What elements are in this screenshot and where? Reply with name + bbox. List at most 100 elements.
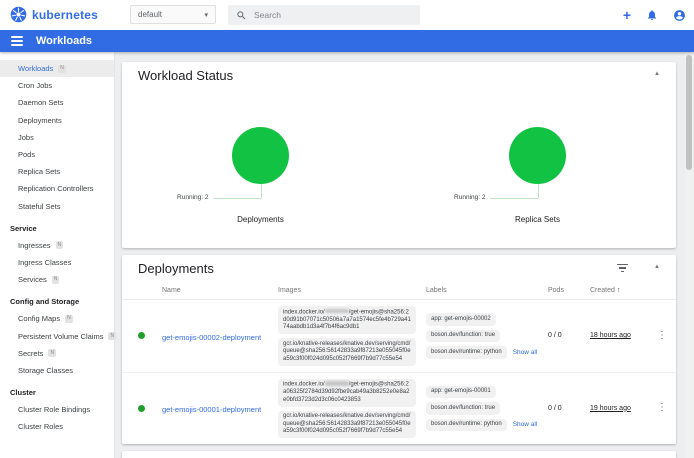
row-menu-icon[interactable]: ⋮ bbox=[656, 331, 668, 341]
column-header-labels[interactable]: Labels bbox=[426, 287, 548, 294]
status-cell bbox=[138, 405, 162, 412]
next-card-partial bbox=[122, 451, 676, 458]
label-chip: app: get-emojis-00001 bbox=[426, 386, 496, 399]
label-chip: app: get-emojis-00002 bbox=[426, 313, 496, 326]
sidebar-item-label: Pods bbox=[18, 150, 35, 159]
top-actions: + bbox=[623, 0, 686, 30]
sidebar-item-workloads[interactable]: Workloads N bbox=[0, 60, 114, 77]
card-title: Workload Status bbox=[138, 68, 233, 83]
row-menu-icon[interactable]: ⋮ bbox=[656, 403, 668, 413]
sidebar-item-cron-jobs[interactable]: Cron Jobs bbox=[0, 77, 114, 94]
labels-cell: app: get-emojis-00002 boson.dev/function… bbox=[426, 313, 548, 359]
brand[interactable]: kubernetes bbox=[10, 6, 98, 23]
user-icon[interactable] bbox=[673, 9, 686, 22]
sidebar-item-ingresses[interactable]: Ingresses N bbox=[0, 237, 114, 254]
pie-title: Deployments bbox=[122, 215, 399, 224]
sidebar-item-stateful-sets[interactable]: Stateful Sets bbox=[0, 198, 114, 215]
sidebar-item-label: Daemon Sets bbox=[18, 98, 63, 107]
pie-title: Replica Sets bbox=[399, 215, 676, 224]
sidebar-item-cluster-roles[interactable]: Cluster Roles bbox=[0, 418, 114, 435]
notifications-icon[interactable] bbox=[646, 9, 658, 21]
sidebar-item-storage-classes[interactable]: Storage Classes bbox=[0, 362, 114, 379]
deployments-card: Deployments ▲ Name Images Labels Pods Cr… bbox=[122, 255, 676, 444]
sidebar-item-ingress-classes[interactable]: Ingress Classes bbox=[0, 254, 114, 271]
image-chip: gcr.io/knative-releases/knative.dev/serv… bbox=[278, 411, 416, 439]
show-all-link[interactable]: Show all bbox=[513, 349, 538, 356]
menu-icon[interactable] bbox=[11, 36, 23, 46]
deployment-name-link[interactable]: get-emojis-00001-deployment bbox=[162, 405, 261, 414]
column-header-name[interactable]: Name bbox=[162, 287, 278, 294]
workload-status-charts: Running: 2 Deployments Running: 2 Replic… bbox=[122, 89, 676, 241]
label-chip: boson.dev/function: true bbox=[426, 402, 500, 415]
filter-icon[interactable] bbox=[617, 264, 628, 272]
kubernetes-dashboard: kubernetes default ▾ + bbox=[0, 0, 694, 458]
images-cell: index.docker.io//get-emojis@sha256:2a063… bbox=[278, 373, 426, 445]
app-bar: Workloads bbox=[0, 30, 694, 52]
sidebar-item-label: Cluster Role Bindings bbox=[18, 405, 90, 414]
column-header-created-label: Created bbox=[590, 287, 615, 294]
search-input[interactable] bbox=[254, 10, 394, 20]
sidebar-item-label: Ingress Classes bbox=[18, 258, 71, 267]
column-header-created[interactable]: Created↑ bbox=[590, 287, 656, 294]
image-text: index.docker.io/ bbox=[283, 309, 325, 315]
deployment-name-link[interactable]: get-emojis-00002-deployment bbox=[162, 333, 261, 342]
image-text: index.docker.io/ bbox=[283, 382, 325, 388]
scrollbar-thumb[interactable] bbox=[686, 55, 692, 170]
sidebar-item-label: Replica Sets bbox=[18, 167, 60, 176]
sidebar-item-replica-sets[interactable]: Replica Sets bbox=[0, 163, 114, 180]
sidebar-section-config-storage: Config and Storage bbox=[0, 293, 114, 310]
sidebar-item-pods[interactable]: Pods bbox=[0, 146, 114, 163]
deployments-pie-chart: Running: 2 Deployments bbox=[122, 89, 399, 241]
namespaced-badge: N bbox=[48, 349, 56, 357]
sidebar-item-replication-controllers[interactable]: Replication Controllers bbox=[0, 180, 114, 197]
card-title: Deployments bbox=[138, 261, 214, 276]
column-header-pods[interactable]: Pods bbox=[548, 287, 590, 294]
namespaced-badge: N bbox=[58, 65, 66, 73]
sidebar-item-label: Persistent Volume Claims bbox=[18, 332, 103, 341]
sidebar-item-label: Jobs bbox=[18, 133, 34, 142]
column-header-images[interactable]: Images bbox=[278, 287, 426, 294]
sidebar-item-label: Storage Classes bbox=[18, 366, 73, 375]
sidebar-item-label: Config Maps bbox=[18, 314, 60, 323]
callout-line bbox=[213, 198, 261, 199]
sidebar-item-jobs[interactable]: Jobs bbox=[0, 129, 114, 146]
sidebar-item-daemon-sets[interactable]: Daemon Sets bbox=[0, 94, 114, 111]
sidebar-item-deployments[interactable]: Deployments bbox=[0, 112, 114, 129]
pie-slice-running bbox=[509, 127, 566, 184]
table-row: get-emojis-00002-deployment index.docker… bbox=[122, 300, 676, 373]
sidebar-item-config-maps[interactable]: Config Maps N bbox=[0, 310, 114, 327]
vertical-scrollbar[interactable] bbox=[685, 52, 693, 458]
label-chip: boson.dev/runtime: python bbox=[426, 346, 507, 359]
callout-line bbox=[490, 198, 538, 199]
collapse-icon[interactable]: ▲ bbox=[654, 264, 660, 270]
label-chip: boson.dev/runtime: python bbox=[426, 419, 507, 432]
main-content: Workload Status ▲ Running: 2 Deployments… bbox=[122, 52, 676, 458]
namespaced-badge: N bbox=[108, 332, 116, 340]
kubernetes-logo-icon bbox=[10, 6, 27, 23]
image-chip: index.docker.io//get-emojis@sha256:2a063… bbox=[278, 379, 416, 407]
sidebar-item-services[interactable]: Services N bbox=[0, 271, 114, 288]
search-box[interactable] bbox=[228, 5, 420, 25]
replica-sets-pie-chart: Running: 2 Replica Sets bbox=[399, 89, 676, 241]
sidebar-section-cluster: Cluster bbox=[0, 384, 114, 401]
table-row: get-emojis-00001-deployment index.docker… bbox=[122, 373, 676, 445]
show-all-link[interactable]: Show all bbox=[513, 421, 538, 428]
namespace-selector[interactable]: default ▾ bbox=[130, 5, 216, 24]
callout-line bbox=[261, 184, 262, 198]
sidebar-item-label: Replication Controllers bbox=[18, 184, 93, 193]
collapse-icon[interactable]: ▲ bbox=[654, 71, 660, 77]
sidebar-item-secrets[interactable]: Secrets N bbox=[0, 345, 114, 362]
running-status-icon bbox=[138, 332, 145, 339]
images-cell: index.docker.io//get-emojis@sha256:2d0d9… bbox=[278, 300, 426, 372]
sidebar-item-cluster-role-bindings[interactable]: Cluster Role Bindings bbox=[0, 401, 114, 418]
sidebar-item-persistent-volume-claims[interactable]: Persistent Volume Claims N bbox=[0, 327, 114, 344]
pie-slice-running bbox=[232, 127, 289, 184]
pie-annotation: Running: 2 bbox=[177, 194, 208, 201]
brand-name: kubernetes bbox=[32, 8, 98, 22]
namespace-value: default bbox=[138, 10, 162, 19]
create-icon[interactable]: + bbox=[623, 8, 631, 22]
sidebar-item-label: Cluster Roles bbox=[18, 422, 63, 431]
pods-cell: 0 / 0 bbox=[548, 332, 590, 339]
sidebar-item-label: Secrets bbox=[18, 349, 43, 358]
page-title: Workloads bbox=[36, 35, 92, 47]
